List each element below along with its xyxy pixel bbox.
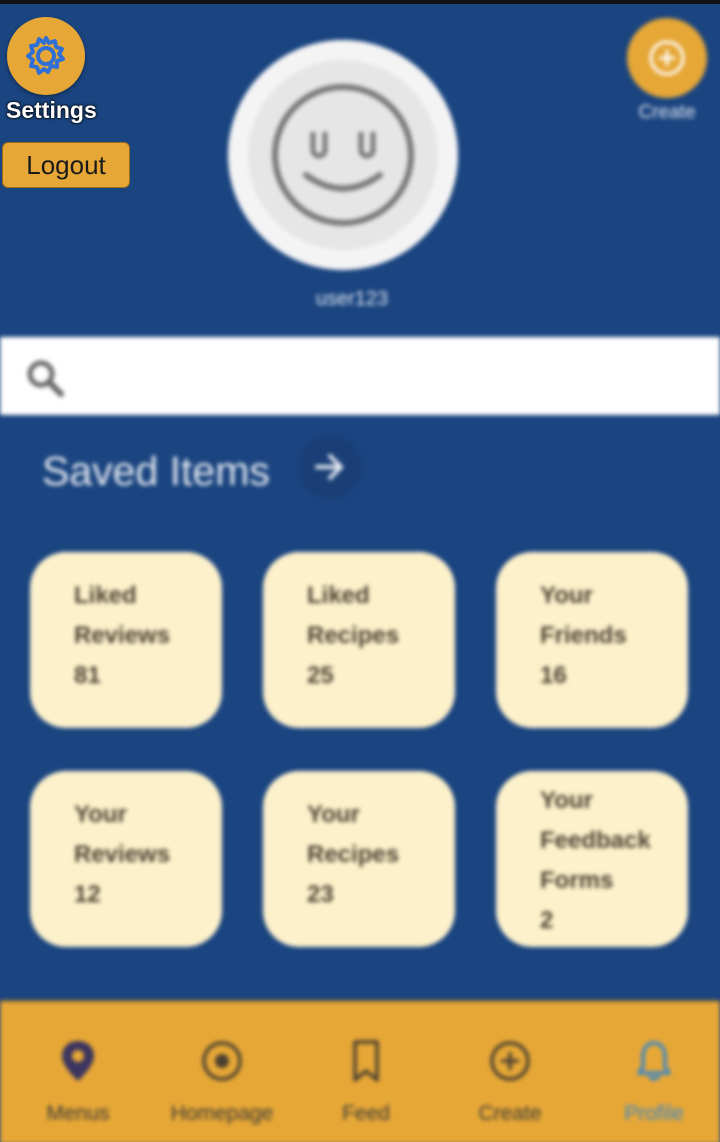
nav-item-create[interactable]: Create: [438, 1002, 582, 1142]
map-pin-icon: [62, 1041, 94, 1081]
create-top-button[interactable]: [627, 18, 707, 98]
saved-items-arrow-button[interactable]: [298, 435, 362, 499]
bookmark-icon: [353, 1040, 379, 1082]
home-circle-icon: [202, 1041, 242, 1081]
profile-screen: user123 Create Saved Items Liked Reviews…: [0, 4, 720, 1142]
card-line: Reviews: [74, 622, 171, 649]
gear-icon: [26, 36, 65, 75]
settings-button[interactable]: [7, 17, 85, 95]
card-liked-reviews[interactable]: Liked Reviews 81: [30, 552, 222, 728]
card-line: Your: [540, 787, 593, 814]
avatar[interactable]: [228, 40, 458, 270]
card-count: 23: [307, 881, 334, 908]
nav-item-homepage[interactable]: Homepage: [150, 1002, 294, 1142]
plus-circle-icon: [490, 1041, 530, 1081]
card-line: Your: [74, 801, 127, 828]
card-your-recipes[interactable]: Your Recipes 23: [263, 771, 455, 947]
card-count: 25: [307, 662, 334, 689]
top-edge-line: [0, 0, 720, 4]
card-line: Your: [307, 801, 360, 828]
arrow-right-icon: [315, 454, 343, 480]
search-bar: [0, 337, 720, 415]
saved-items-title: Saved Items: [42, 448, 270, 494]
nav-label: Homepage: [170, 1102, 274, 1125]
logout-button[interactable]: Logout: [2, 142, 130, 188]
nav-item-feed[interactable]: Feed: [294, 1002, 438, 1142]
card-line: Your: [540, 582, 593, 609]
card-count: 81: [74, 662, 101, 689]
card-count: 16: [540, 662, 567, 689]
card-count: 2: [540, 907, 554, 934]
username: user123: [315, 288, 389, 310]
search-input[interactable]: [80, 351, 704, 403]
create-top-label: Create: [638, 102, 696, 123]
nav-item-profile[interactable]: Profile: [582, 1002, 720, 1142]
card-your-reviews[interactable]: Your Reviews 12: [30, 771, 222, 947]
bottom-nav: Menus Homepage Feed Create Profile: [0, 1000, 720, 1142]
nav-label: Profile: [624, 1102, 684, 1125]
card-line: Forms: [540, 867, 614, 894]
nav-label: Create: [478, 1102, 542, 1125]
card-line: Friends: [540, 622, 627, 649]
card-count: 12: [74, 881, 101, 908]
card-line: Reviews: [74, 841, 171, 868]
card-line: Liked: [74, 582, 137, 609]
avatar-inner: [248, 60, 438, 250]
card-line: Liked: [307, 582, 370, 609]
card-line: Recipes: [307, 841, 400, 868]
search-icon: [27, 360, 64, 397]
nav-label: Feed: [342, 1102, 390, 1125]
settings-label: Settings: [6, 97, 97, 123]
plus-circle-icon: [649, 40, 685, 76]
card-your-friends[interactable]: Your Friends 16: [496, 552, 688, 728]
smiley-face-icon: [272, 84, 414, 226]
card-your-feedback-forms[interactable]: Your Feedback Forms 2: [496, 771, 688, 947]
card-line: Feedback: [540, 827, 651, 854]
nav-item-menus[interactable]: Menus: [6, 1002, 150, 1142]
card-line: Recipes: [307, 622, 400, 649]
nav-label: Menus: [46, 1102, 110, 1125]
bell-icon: [637, 1041, 671, 1081]
card-liked-recipes[interactable]: Liked Recipes 25: [263, 552, 455, 728]
